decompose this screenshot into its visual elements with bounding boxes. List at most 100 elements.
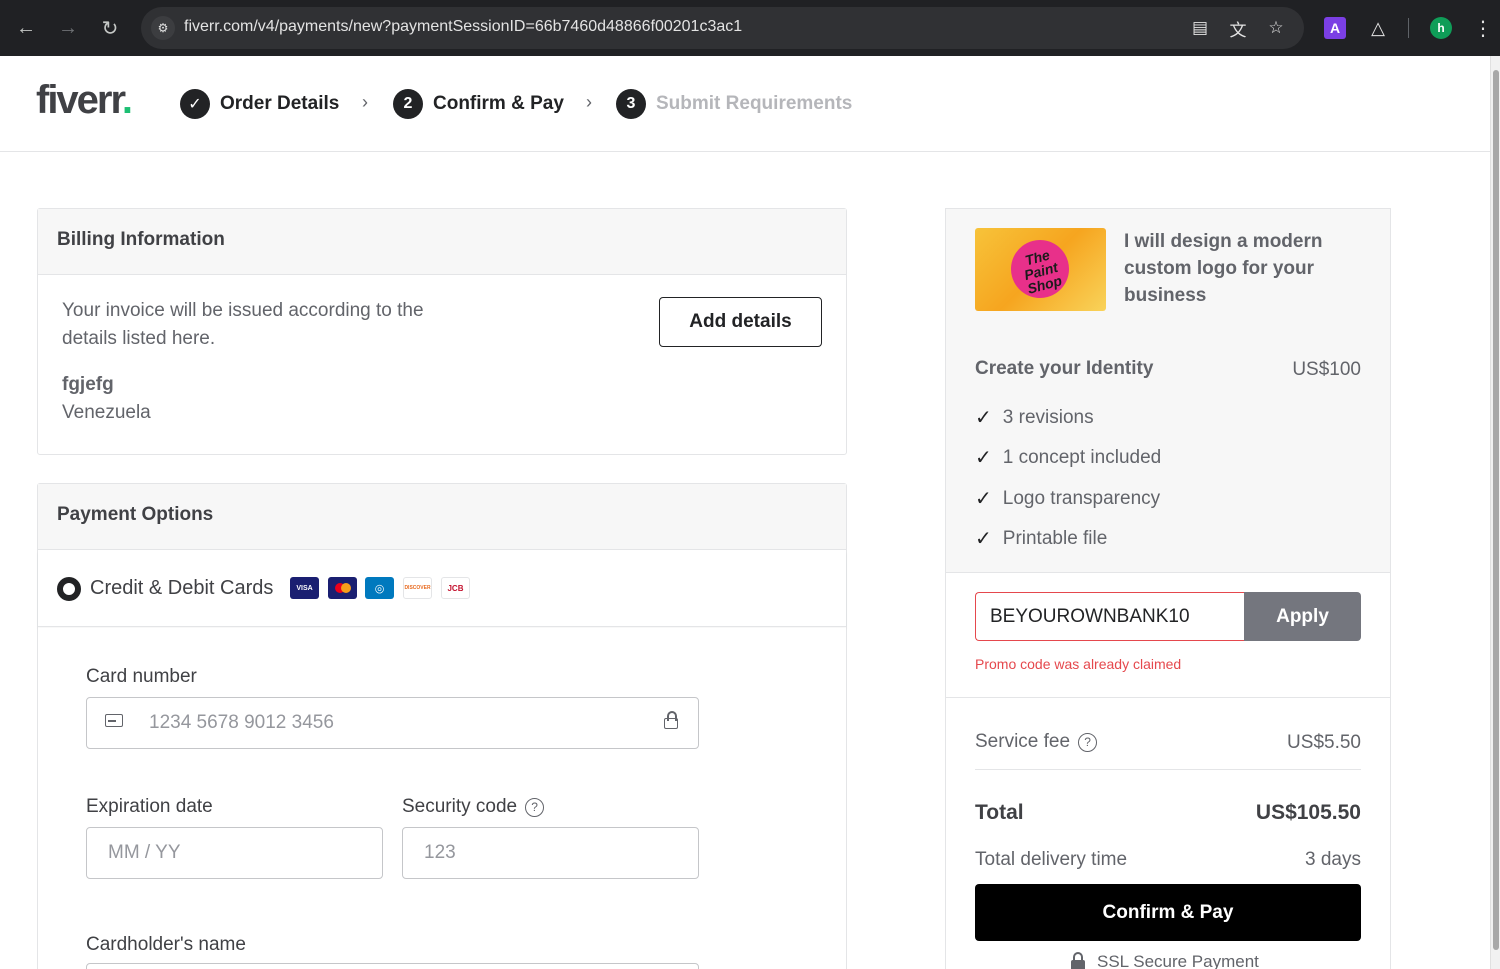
ssl-secure-note: SSL Secure Payment	[1071, 951, 1259, 969]
toolbar-divider	[1408, 18, 1409, 38]
billing-title: Billing Information	[38, 209, 846, 275]
help-icon[interactable]: ?	[1078, 732, 1098, 752]
summary-totals: BEYOUROWNBANK10 Apply Promo code was alr…	[946, 572, 1390, 969]
lock-icon	[1071, 951, 1085, 969]
feature-item: ✓ 3 revisions	[975, 405, 1094, 430]
jcb-icon: JCB	[441, 577, 470, 599]
gig-title: I will design a modern custom logo for y…	[1124, 231, 1323, 306]
payment-options-card: Payment Options Credit & Debit Cards VIS…	[37, 483, 847, 969]
address-bar[interactable]: ⚙ fiverr.com/v4/payments/new?paymentSess…	[141, 7, 1304, 49]
service-fee-label: Service fee	[975, 731, 1071, 752]
install-app-icon[interactable]: ▤	[1188, 16, 1212, 40]
confirm-pay-button[interactable]: Confirm & Pay	[975, 884, 1361, 941]
expiration-placeholder: MM / YY	[108, 842, 181, 863]
extension-icon[interactable]: A	[1324, 17, 1346, 39]
extensions-puzzle-icon[interactable]: △	[1367, 17, 1389, 39]
billing-country: Venezuela	[62, 402, 151, 423]
step-check-icon: ✓	[180, 89, 210, 119]
chevron-right-icon: ›	[586, 92, 592, 112]
apply-promo-button[interactable]: Apply	[1244, 592, 1361, 641]
visa-icon: VISA	[290, 577, 319, 599]
diners-club-icon: ◎	[365, 577, 394, 599]
package-name: Create your Identity	[975, 358, 1154, 379]
service-fee-value: US$5.50	[1287, 732, 1361, 753]
total-value: US$105.50	[1255, 801, 1361, 824]
chevron-right-icon: ›	[362, 92, 368, 112]
step-number: 2	[393, 89, 423, 119]
step-number: 3	[616, 89, 646, 119]
feature-label: 3 revisions	[1002, 406, 1094, 428]
cardholder-name-input[interactable]	[86, 963, 699, 969]
credit-card-radio[interactable]	[57, 577, 81, 601]
payment-method-label: Credit & Debit Cards	[90, 577, 274, 599]
credit-card-option[interactable]: Credit & Debit Cards VISA ◎ DISCOVER JCB	[38, 551, 846, 627]
security-code-label: Security code	[402, 796, 518, 817]
step-label: Order Details	[220, 93, 340, 114]
credit-card-icon	[105, 714, 123, 727]
delivery-time-label: Total delivery time	[975, 849, 1128, 870]
step-order-details[interactable]: ✓ Order Details	[180, 89, 339, 119]
scrollbar-thumb[interactable]	[1493, 70, 1499, 950]
delivery-time-value: 3 days	[1305, 849, 1361, 870]
total-label: Total	[975, 801, 1024, 824]
add-details-button[interactable]: Add details	[659, 297, 822, 347]
step-submit-requirements: 3 Submit Requirements	[616, 89, 852, 119]
card-number-input[interactable]: 1234 5678 9012 3456	[86, 697, 699, 749]
divider	[946, 572, 1390, 573]
browser-toolbar: ← → ↻ ⚙ fiverr.com/v4/payments/new?payme…	[0, 0, 1500, 56]
expiration-date-input[interactable]: MM / YY	[86, 827, 383, 879]
profile-avatar[interactable]: h	[1430, 17, 1452, 39]
page-scrollbar[interactable]	[1490, 56, 1500, 969]
step-label: Submit Requirements	[656, 93, 853, 114]
bookmark-star-icon[interactable]: ☆	[1264, 16, 1288, 40]
forward-icon[interactable]: →	[54, 14, 82, 42]
security-code-input[interactable]: 123	[402, 827, 699, 879]
checkmark-icon: ✓	[975, 528, 992, 550]
translate-icon[interactable]: 文	[1226, 16, 1250, 40]
divider	[946, 697, 1390, 698]
expiration-date-label: Expiration date	[86, 796, 213, 817]
fiverr-logo[interactable]: fiverr.	[36, 78, 133, 123]
step-confirm-pay: 2 Confirm & Pay	[393, 89, 564, 119]
card-number-label: Card number	[86, 666, 197, 687]
lock-icon	[664, 711, 678, 734]
divider	[975, 769, 1361, 770]
back-icon[interactable]: ←	[12, 14, 40, 42]
promo-error-message: Promo code was already claimed	[975, 656, 1182, 672]
gig-thumbnail: The Paint Shop	[975, 228, 1106, 311]
url-text[interactable]: fiverr.com/v4/payments/new?paymentSessio…	[184, 18, 742, 36]
menu-kebab-icon[interactable]: ⋮	[1472, 17, 1494, 40]
billing-card: Billing Information Your invoice will be…	[37, 208, 847, 455]
security-code-placeholder: 123	[424, 842, 456, 863]
help-icon[interactable]: ?	[525, 797, 545, 817]
promo-code-input[interactable]: BEYOUROWNBANK10	[975, 592, 1245, 641]
feature-item: ✓ Printable file	[975, 526, 1107, 551]
cardholder-name-label: Cardholder's name	[86, 934, 246, 955]
billing-description: Your invoice will be issued according to…	[62, 300, 424, 349]
ssl-label: SSL Secure Payment	[1097, 952, 1259, 969]
checkmark-icon: ✓	[975, 488, 992, 510]
feature-label: Logo transparency	[1002, 487, 1161, 509]
mastercard-icon	[328, 577, 357, 599]
order-summary: The Paint Shop I will design a modern cu…	[945, 208, 1391, 969]
service-fee-row: Service fee?	[975, 731, 1098, 753]
billing-name: fgjefg	[62, 374, 114, 395]
checkout-header: fiverr. ✓ Order Details › 2 Confirm & Pa…	[0, 56, 1490, 152]
reload-icon[interactable]: ↻	[96, 14, 124, 42]
checkout-page: fiverr. ✓ Order Details › 2 Confirm & Pa…	[0, 56, 1490, 969]
feature-item: ✓ Logo transparency	[975, 486, 1160, 511]
security-code-label-row: Security code?	[402, 796, 545, 818]
feature-item: ✓ 1 concept included	[975, 445, 1161, 470]
discover-icon: DISCOVER	[403, 577, 432, 599]
feature-label: Printable file	[1002, 527, 1108, 549]
site-info-icon[interactable]: ⚙	[151, 16, 175, 40]
card-form: Card number 1234 5678 9012 3456 Expirati…	[38, 628, 846, 969]
checkmark-icon: ✓	[975, 447, 992, 469]
payment-title: Payment Options	[38, 484, 846, 550]
logo-text: fiverr	[36, 78, 124, 122]
step-label: Confirm & Pay	[433, 93, 564, 114]
card-number-placeholder: 1234 5678 9012 3456	[149, 712, 334, 733]
checkmark-icon: ✓	[975, 407, 992, 429]
feature-label: 1 concept included	[1002, 446, 1162, 468]
package-price: US$100	[1292, 359, 1361, 380]
